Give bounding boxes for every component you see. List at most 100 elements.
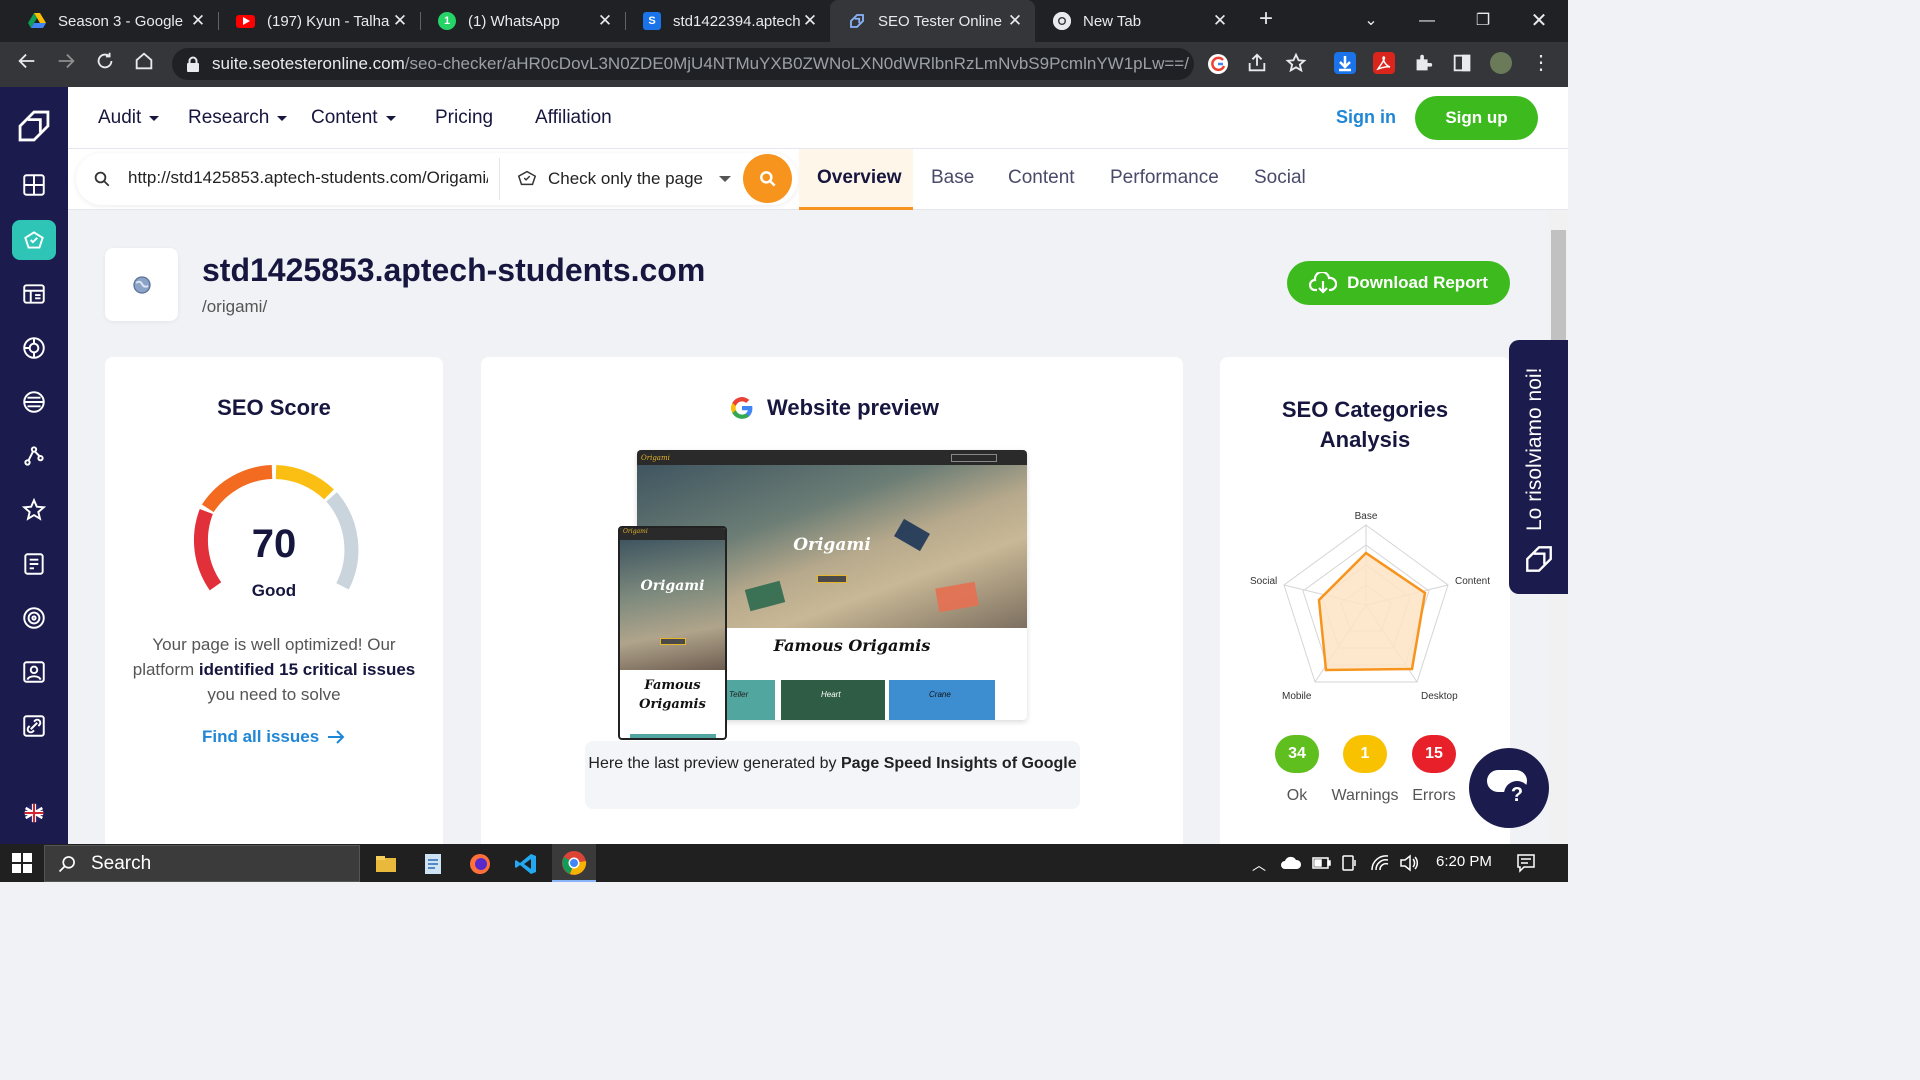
extensions-puzzle-icon[interactable] [1412,52,1434,74]
gauge-segment-yellow [275,465,334,500]
close-tab-icon[interactable]: ✕ [188,11,208,31]
backlinks-icon[interactable] [12,436,56,476]
rank-tracker-icon[interactable] [12,328,56,368]
nav-audit[interactable]: Audit [98,107,160,129]
site-audit-icon[interactable] [12,274,56,314]
preview-search-box [951,453,997,462]
sign-in-link[interactable]: Sign in [1336,107,1396,128]
windows-start-icon[interactable] [12,853,32,878]
tab-content[interactable]: Content [1008,167,1075,189]
forward-arrow-icon[interactable] [51,50,81,80]
tab-overview[interactable]: Overview [817,167,902,189]
url-host: suite.seotesteronline.com [212,54,405,73]
taskbar-search-box[interactable]: Search [44,845,360,882]
scrollbar-thumb[interactable] [1551,230,1566,340]
pdf-extension-icon[interactable] [1373,52,1395,74]
nav-research[interactable]: Research [188,107,288,129]
chrome-taskbar-button[interactable] [552,844,596,882]
keyword-explorer-icon[interactable] [12,490,56,530]
close-tab-icon[interactable]: ✕ [595,11,615,31]
firefox-icon[interactable] [466,850,494,878]
radar-axis-desktop: Desktop [1421,691,1458,702]
close-tab-icon[interactable]: ✕ [1005,11,1025,31]
chrome-menu-icon[interactable]: ⋮ [1530,52,1552,74]
side-panel-icon[interactable] [1451,52,1473,74]
find-all-issues-link[interactable]: Find all issues [202,727,345,747]
chat-help-icon: ? [1487,770,1530,807]
seotester-logo-icon[interactable] [12,103,56,149]
competitor-analysis-icon[interactable] [12,598,56,638]
tab-performance[interactable]: Performance [1110,167,1219,189]
tab-whatsapp[interactable]: 1 (1) WhatsApp ✕ [420,0,625,42]
nav-label: Affiliation [535,107,612,128]
close-window-button[interactable]: ✕ [1524,6,1554,36]
restore-button[interactable]: ❐ [1468,6,1498,36]
chevron-down-icon[interactable] [719,176,731,182]
lock-icon[interactable] [186,56,200,72]
download-report-label: Download Report [1347,273,1488,292]
tab-social[interactable]: Social [1254,167,1306,189]
nav-affiliation[interactable]: Affiliation [535,107,612,129]
notifications-icon[interactable] [1516,853,1536,878]
new-tab-button[interactable]: + [1254,7,1278,32]
url-input[interactable]: http://std1425853.aptech-students.com/Or… [128,168,488,188]
origami-shape [935,581,979,613]
tab-aptech[interactable]: S std1422394.aptech ✕ [625,0,830,42]
tab-google-drive[interactable]: Season 3 - Google ✕ [10,0,218,42]
bookmark-star-icon[interactable] [1285,52,1307,74]
help-chat-button[interactable]: ? [1469,748,1549,828]
ok-label: Ok [1286,787,1308,804]
profile-avatar[interactable] [1490,52,1512,74]
users-icon[interactable] [12,652,56,692]
vscode-icon[interactable] [512,850,540,878]
device-icon[interactable] [1340,854,1358,877]
battery-icon[interactable] [1312,856,1332,875]
site-domain: std1425853.aptech-students.com [202,252,706,288]
url-path: /seo-checker/aHR0cDovL3N0ZDE0MjU4NTMuYXB… [404,54,1189,73]
tab-base[interactable]: Base [931,167,974,189]
tab-search-chevron-icon[interactable]: ⌄ [1356,6,1386,36]
taskbar-clock[interactable]: 6:20 PM [1436,853,1492,870]
share-icon[interactable] [1246,52,1268,74]
address-bar[interactable]: suite.seotesteronline.com/seo-checker/aH… [172,48,1194,80]
close-tab-icon[interactable]: ✕ [390,11,410,31]
onedrive-cloud-icon[interactable] [1280,856,1302,875]
mobile-learn-more [660,638,686,645]
nav-content[interactable]: Content [311,107,396,129]
link-builder-icon[interactable] [12,706,56,746]
tray-chevron-up-icon[interactable]: ︿ [1252,855,1266,875]
back-arrow-icon[interactable] [12,50,42,80]
tab-title: New Tab [1083,12,1142,30]
download-extension-icon[interactable] [1334,52,1356,74]
find-all-issues-label: Find all issues [202,727,320,746]
tab-new-tab[interactable]: New Tab ✕ [1035,0,1240,42]
youtube-icon [236,14,255,28]
mobile-thumb [630,734,716,738]
notepad-icon[interactable] [419,850,447,878]
analyze-button[interactable] [743,154,792,203]
wifi-icon[interactable] [1370,854,1390,877]
sign-up-button[interactable]: Sign up [1415,96,1538,140]
dashboard-icon[interactable] [12,165,56,205]
home-icon[interactable] [129,50,159,80]
thumb-label: Heart [821,690,841,699]
site-favicon [105,248,178,321]
file-explorer-icon[interactable] [372,850,400,878]
tab-youtube[interactable]: (197) Kyun - Talha A ✕ [218,0,420,42]
reload-icon[interactable] [90,50,120,80]
check-mode-select[interactable]: Check only the page [548,169,703,189]
close-tab-icon[interactable]: ✕ [1210,11,1230,31]
preview-brand: Origami [641,453,670,462]
volume-icon[interactable] [1399,854,1419,877]
seo-checker-icon[interactable] [12,220,56,260]
close-tab-icon[interactable]: ✕ [800,11,820,31]
seo-categories-title: SEO Categories Analysis [1281,397,1449,452]
google-lens-icon[interactable] [1207,53,1229,75]
serp-checker-icon[interactable] [12,382,56,422]
download-report-button[interactable]: Download Report [1287,261,1510,305]
tab-seo-tester[interactable]: SEO Tester Online ✕ [830,0,1035,42]
language-flag-uk-icon[interactable] [12,793,56,833]
minimize-button[interactable]: — [1412,6,1442,36]
copy-metrics-icon[interactable] [12,544,56,584]
nav-pricing[interactable]: Pricing [435,107,493,129]
